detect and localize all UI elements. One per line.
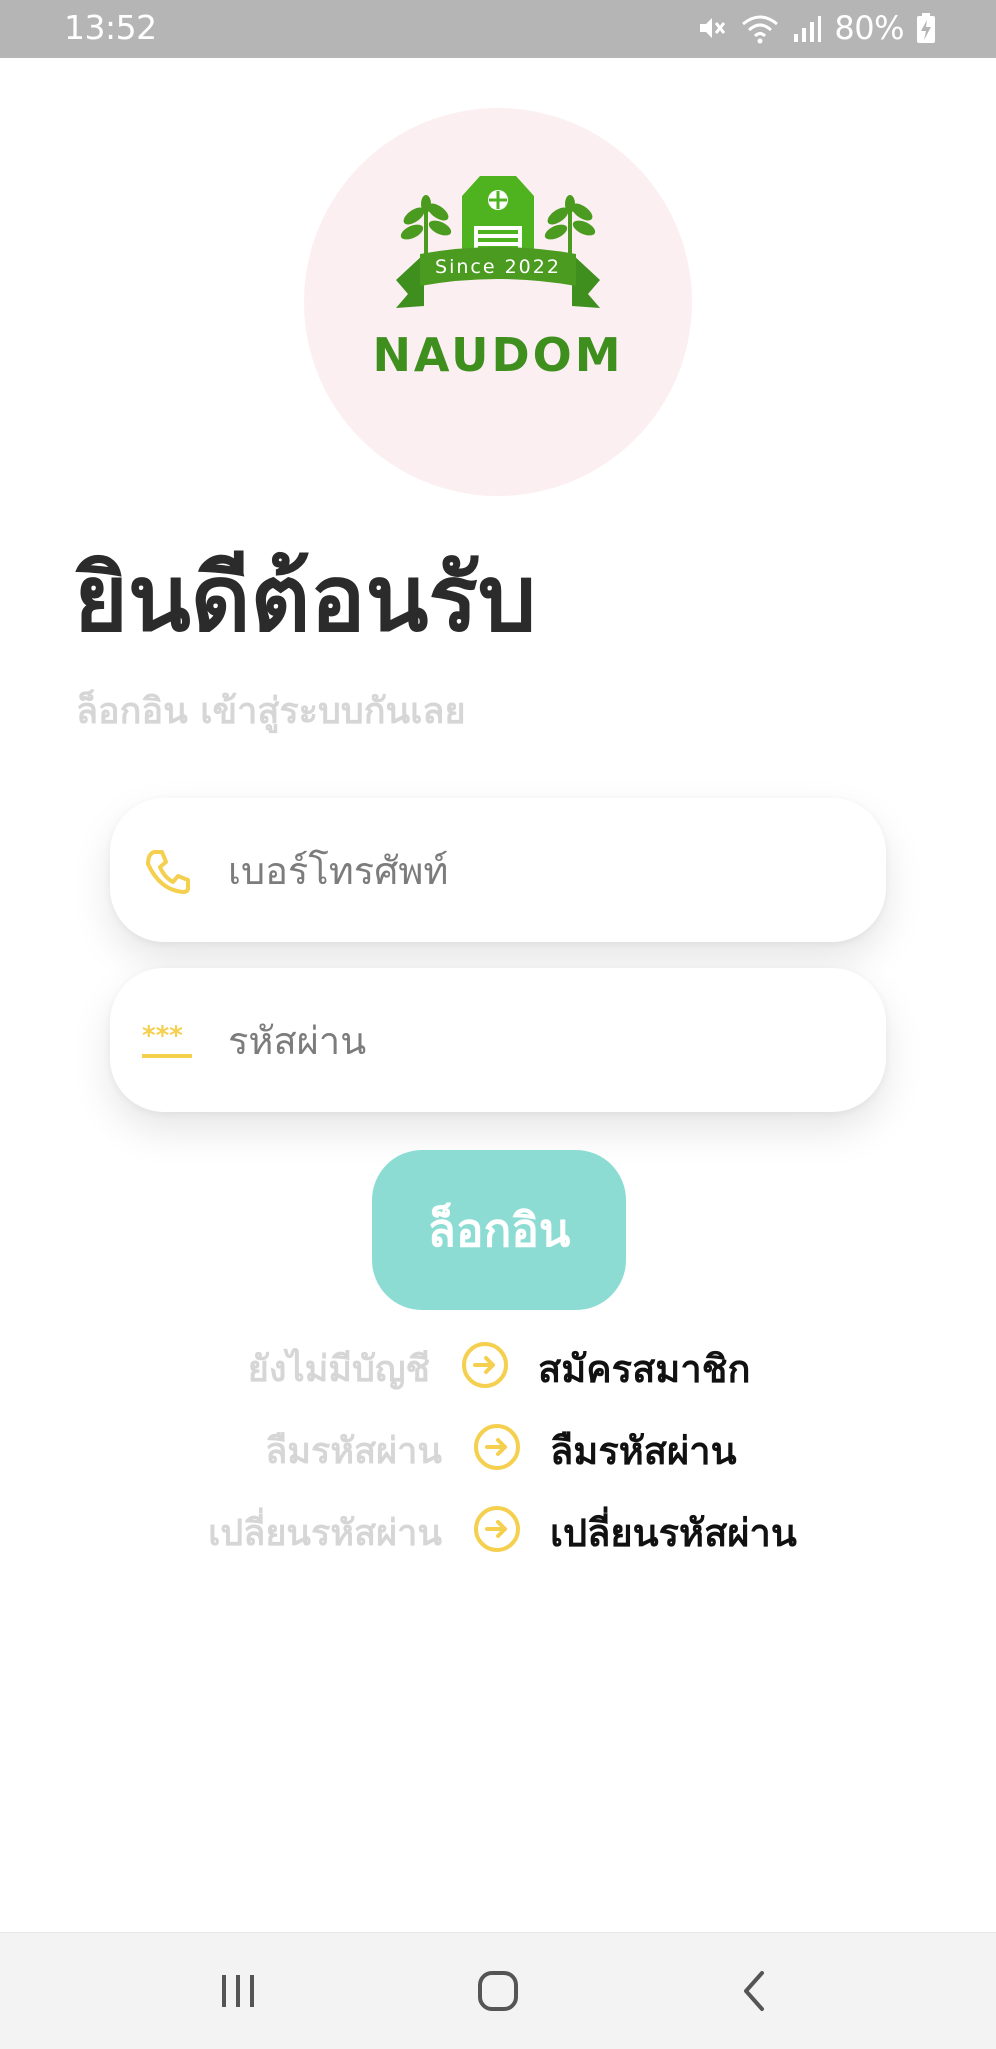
phone-icon: [140, 846, 196, 896]
signup-prompt: ยังไม่มีบัญชี: [247, 1349, 430, 1390]
change-password-link[interactable]: เปลี่ยนรหัสผ่าน: [550, 1502, 797, 1563]
back-icon[interactable]: [726, 1961, 786, 2021]
password-icon: ***: [140, 1016, 196, 1066]
logo-wordmark: NAUDOM: [372, 328, 624, 382]
forgot-password-link[interactable]: ลืมรหัสผ่าน: [550, 1420, 737, 1481]
signal-icon: [792, 12, 822, 44]
page-subtitle: ล็อกอิน เข้าสู่ระบบกันเลย: [76, 691, 466, 732]
phone-field[interactable]: [110, 798, 886, 942]
password-input[interactable]: [226, 1000, 850, 1082]
recent-apps-icon[interactable]: [208, 1961, 268, 2021]
arrow-right-circle-icon[interactable]: [472, 1504, 522, 1554]
phone-input[interactable]: [226, 830, 850, 912]
system-nav-bar: [0, 1932, 996, 2049]
forgot-password-row: ลืมรหัสผ่าน ลืมรหัสผ่าน: [0, 1412, 996, 1482]
forgot-password-prompt: ลืมรหัสผ่าน: [265, 1431, 442, 1472]
barn-logo-icon: [396, 176, 600, 308]
change-password-row: เปลี่ยนรหัสผ่าน เปลี่ยนรหัสผ่าน: [0, 1494, 996, 1564]
logo-since-text: Since 2022: [435, 256, 561, 278]
signup-row: ยังไม่มีบัญชี สมัครสมาชิก: [0, 1330, 996, 1400]
mute-icon: [696, 12, 728, 44]
battery-charging-icon: [916, 12, 936, 44]
battery-percent: 80%: [834, 9, 904, 47]
password-field[interactable]: ***: [110, 968, 886, 1112]
status-icons: 80%: [696, 8, 936, 48]
arrow-right-circle-icon[interactable]: [472, 1422, 522, 1472]
signup-link[interactable]: สมัครสมาชิก: [538, 1338, 750, 1399]
arrow-right-circle-icon[interactable]: [460, 1340, 510, 1390]
status-time: 13:52: [64, 8, 157, 47]
login-button[interactable]: ล็อกอิน: [372, 1150, 626, 1310]
wifi-icon: [740, 12, 780, 44]
page-title: ยินดีต้อนรับ: [74, 545, 537, 652]
status-bar: 13:52 80%: [0, 0, 996, 58]
home-icon[interactable]: [468, 1961, 528, 2021]
svg-text:***: ***: [142, 1021, 183, 1051]
logo: Since 2022 NAUDOM: [304, 108, 692, 496]
change-password-prompt: เปลี่ยนรหัสผ่าน: [208, 1513, 442, 1554]
